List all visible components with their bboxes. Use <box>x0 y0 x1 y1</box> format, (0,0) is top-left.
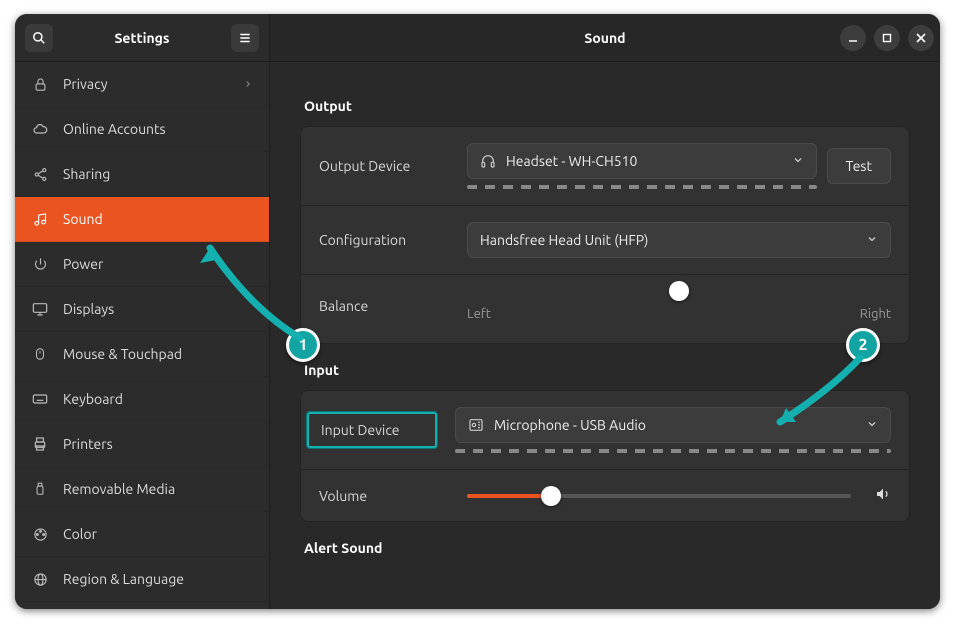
configuration-value: Handsfree Head Unit (HFP) <box>480 232 648 248</box>
close-button[interactable] <box>908 25 934 51</box>
power-icon <box>31 255 49 273</box>
output-level-meter <box>467 185 817 189</box>
input-card: Input Device Microphone - USB Audio <box>300 390 910 522</box>
volume-slider-fill <box>467 494 551 498</box>
sidebar-item-power[interactable]: Power <box>15 242 269 287</box>
configuration-dropdown[interactable]: Handsfree Head Unit (HFP) <box>467 222 891 258</box>
lock-icon <box>31 75 49 93</box>
display-icon <box>31 300 49 318</box>
volume-slider-thumb[interactable] <box>541 486 561 506</box>
input-volume-row: Volume <box>301 470 909 521</box>
sidebar-item-label: Color <box>63 526 97 542</box>
sidebar-item-label: Power <box>63 256 103 272</box>
hamburger-icon <box>238 31 252 45</box>
main-panel: Output Output Device Headset - WH-CH510 <box>270 62 940 609</box>
music-icon <box>31 210 49 228</box>
chevron-down-icon <box>866 232 878 248</box>
chevron-down-icon <box>866 417 878 433</box>
settings-window: Settings Sound Privacy Online Accounts Sha… <box>15 14 940 609</box>
search-button[interactable] <box>25 24 53 52</box>
close-icon <box>916 33 926 43</box>
sidebar-item-region-language[interactable]: Region & Language <box>15 557 269 602</box>
chevron-down-icon <box>792 153 804 169</box>
hamburger-menu-button[interactable] <box>231 24 259 52</box>
sidebar-item-mouse-touchpad[interactable]: Mouse & Touchpad <box>15 332 269 377</box>
input-device-dropdown[interactable]: Microphone - USB Audio <box>455 407 891 443</box>
balance-left-label: Left <box>467 307 491 321</box>
minimize-icon <box>848 33 858 43</box>
main-titlebar: Sound <box>270 14 940 62</box>
sidebar-item-sharing[interactable]: Sharing <box>15 152 269 197</box>
input-level-meter <box>455 449 891 453</box>
headphones-icon <box>480 153 496 169</box>
sidebar-titlebar: Settings <box>15 14 270 62</box>
input-section-title: Input <box>304 362 910 378</box>
configuration-row: Configuration Handsfree Head Unit (HFP) <box>301 206 909 275</box>
usb-icon <box>31 480 49 498</box>
sidebar: Privacy Online Accounts Sharing Sound Power D… <box>15 62 270 609</box>
sidebar-item-label: Sound <box>63 211 103 227</box>
volume-slider[interactable] <box>467 494 851 498</box>
balance-slider-thumb[interactable] <box>669 281 689 301</box>
output-device-label: Output Device <box>319 158 449 174</box>
output-section-title: Output <box>304 98 910 114</box>
sidebar-item-label: Online Accounts <box>63 121 166 137</box>
input-device-label: Input Device <box>307 412 437 448</box>
sidebar-item-label: Printers <box>63 436 113 452</box>
configuration-label: Configuration <box>319 232 449 248</box>
balance-row: Balance Left Right <box>301 275 909 343</box>
globe-icon <box>31 570 49 588</box>
input-device-row: Input Device Microphone - USB Audio <box>301 391 909 470</box>
minimize-button[interactable] <box>840 25 866 51</box>
alert-section-title: Alert Sound <box>304 540 910 556</box>
balance-label: Balance <box>319 298 449 314</box>
sidebar-item-online-accounts[interactable]: Online Accounts <box>15 107 269 152</box>
sidebar-item-keyboard[interactable]: Keyboard <box>15 377 269 422</box>
maximize-icon <box>882 33 892 43</box>
sidebar-item-color[interactable]: Color <box>15 512 269 557</box>
output-card: Output Device Headset - WH-CH510 <box>300 126 910 344</box>
output-device-value: Headset - WH-CH510 <box>506 153 637 169</box>
output-device-row: Output Device Headset - WH-CH510 <box>301 127 909 206</box>
sidebar-item-sound[interactable]: Sound <box>15 197 269 242</box>
app-title: Settings <box>59 30 225 46</box>
color-icon <box>31 525 49 543</box>
printer-icon <box>31 435 49 453</box>
search-icon <box>32 31 46 45</box>
audio-card-icon <box>468 417 484 433</box>
speaker-icon <box>875 486 891 505</box>
input-device-value: Microphone - USB Audio <box>494 417 646 433</box>
maximize-button[interactable] <box>874 25 900 51</box>
test-button[interactable]: Test <box>827 148 891 184</box>
sidebar-item-label: Privacy <box>63 76 107 92</box>
sidebar-item-label: Keyboard <box>63 391 123 407</box>
keyboard-icon <box>31 390 49 408</box>
cloud-icon <box>31 120 49 138</box>
sidebar-item-label: Removable Media <box>63 481 175 497</box>
balance-right-label: Right <box>860 307 891 321</box>
sidebar-item-label: Mouse & Touchpad <box>63 346 182 362</box>
mouse-icon <box>31 345 49 363</box>
sidebar-item-removable-media[interactable]: Removable Media <box>15 467 269 512</box>
sidebar-item-printers[interactable]: Printers <box>15 422 269 467</box>
sidebar-item-label: Sharing <box>63 166 110 182</box>
sidebar-item-privacy[interactable]: Privacy <box>15 62 269 107</box>
input-volume-label: Volume <box>319 488 449 504</box>
sidebar-item-displays[interactable]: Displays <box>15 287 269 332</box>
sidebar-item-label: Displays <box>63 301 114 317</box>
output-device-dropdown[interactable]: Headset - WH-CH510 <box>467 143 817 179</box>
sidebar-item-label: Region & Language <box>63 571 184 587</box>
chevron-right-icon <box>243 76 253 92</box>
share-icon <box>31 165 49 183</box>
